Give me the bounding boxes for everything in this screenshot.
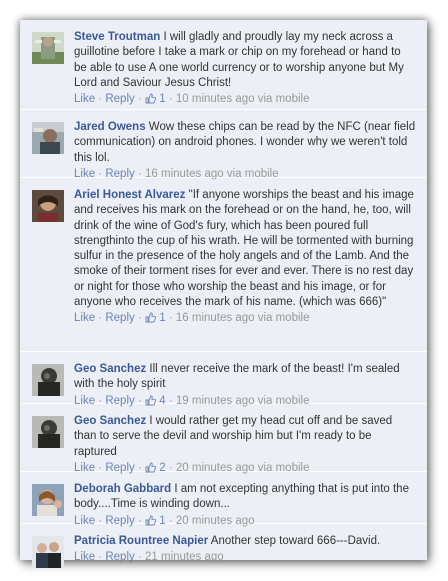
like-count-value: 1 <box>159 312 166 325</box>
separator: · <box>137 312 142 325</box>
reply-link[interactable]: Reply <box>105 93 134 105</box>
thumbs-up-icon <box>145 312 157 328</box>
separator: · <box>168 93 173 106</box>
avatar[interactable] <box>32 416 64 448</box>
like-link[interactable]: Like <box>74 551 95 563</box>
comment-meta: Like · Reply · 1 · 10 minutes ago via mo… <box>74 92 416 109</box>
comment-body: Ariel Honest Alvarez "If anyone worships… <box>74 188 416 328</box>
avatar[interactable] <box>32 32 64 64</box>
comment-meta: Like · Reply · 21 minutes ago <box>74 550 416 565</box>
like-count-value: 1 <box>159 93 166 106</box>
avatar[interactable] <box>32 484 64 516</box>
comment-text: "If anyone worships the beast and his im… <box>74 189 414 309</box>
comment-body: Patricia Rountree Napier Another step to… <box>74 534 416 565</box>
comment-item: Steve Troutman I will gladly and proudly… <box>20 20 427 110</box>
like-link[interactable]: Like <box>74 312 95 324</box>
comment-item: Ariel Honest Alvarez "If anyone worships… <box>20 178 427 352</box>
comment-timestamp[interactable]: 16 minutes ago via mobile <box>176 312 310 324</box>
like-count[interactable]: 1 <box>145 312 169 324</box>
comment-item: Patricia Rountree Napier Another step to… <box>20 524 427 576</box>
comment-item: Geo Sanchez I would rather get my head c… <box>20 404 427 474</box>
comment-item: Deborah Gabbard I am not excepting anyth… <box>20 472 427 527</box>
comment-item: Geo Sanchez Ill never receive the mark o… <box>20 352 427 407</box>
reply-link[interactable]: Reply <box>105 312 134 324</box>
comment-item: Jared Owens Wow these chips can be read … <box>20 110 427 180</box>
comment-author[interactable]: Ariel Honest Alvarez <box>74 189 185 201</box>
separator: · <box>98 93 103 106</box>
separator: · <box>137 93 142 106</box>
avatar[interactable] <box>32 122 64 154</box>
comment-author[interactable]: Jared Owens <box>74 121 146 133</box>
comment-timestamp[interactable]: 21 minutes ago <box>145 551 224 563</box>
comment-author[interactable]: Deborah Gabbard <box>74 483 171 495</box>
comment-author[interactable]: Patricia Rountree Napier <box>74 535 208 547</box>
separator: · <box>98 312 103 325</box>
separator: · <box>137 551 142 564</box>
comment-body: Steve Troutman I will gladly and proudly… <box>74 30 416 109</box>
separator: · <box>98 551 103 564</box>
avatar[interactable] <box>32 364 64 396</box>
comment-author[interactable]: Steve Troutman <box>74 31 160 43</box>
comment-timestamp[interactable]: 10 minutes ago via mobile <box>176 93 310 105</box>
comment-author[interactable]: Geo Sanchez <box>74 415 146 427</box>
comment-meta: Like · Reply · 1 · 16 minutes ago via mo… <box>74 311 416 328</box>
avatar[interactable] <box>32 190 64 222</box>
separator: · <box>168 312 173 325</box>
like-link[interactable]: Like <box>74 93 95 105</box>
comment-body: Geo Sanchez I would rather get my head c… <box>74 414 416 478</box>
comment-text: Another step toward 666---David. <box>210 535 381 547</box>
like-count[interactable]: 1 <box>145 93 169 105</box>
comment-author[interactable]: Geo Sanchez <box>74 363 146 375</box>
reply-link[interactable]: Reply <box>105 551 134 563</box>
avatar[interactable] <box>32 536 64 568</box>
comments-panel: Steve Troutman I will gladly and proudly… <box>20 20 427 568</box>
thumbs-up-icon <box>145 93 157 109</box>
comment-body: Jared Owens Wow these chips can be read … <box>74 120 416 182</box>
